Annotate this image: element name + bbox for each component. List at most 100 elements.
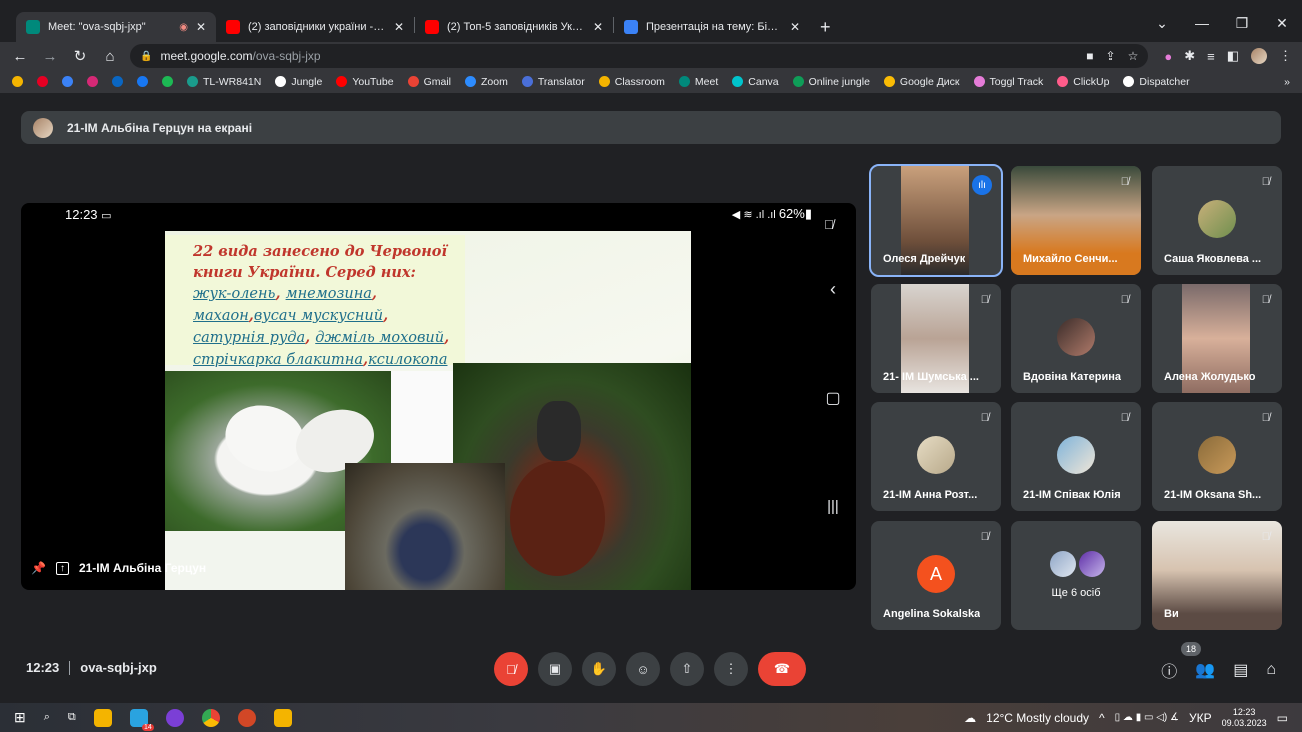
share-icon[interactable]: ⇪ — [1106, 49, 1116, 63]
chat-icon[interactable]: ▤ — [1233, 660, 1248, 680]
bookmark-tl-wr841n[interactable]: TL-WR841N — [187, 76, 261, 88]
tray-icons[interactable]: ▯ ☁ ▮ ▭ ◁) ∡ — [1115, 712, 1179, 723]
back-icon[interactable]: ← — [10, 48, 30, 65]
language-indicator[interactable]: УКР — [1189, 711, 1212, 725]
self-tile[interactable]: 🎙̸ Ви — [1152, 521, 1282, 630]
side-panel-icon[interactable]: ◧ — [1227, 48, 1239, 64]
bookmark-instagram[interactable] — [87, 76, 98, 87]
participant-tile[interactable]: ılı Олеся Дрейчук — [869, 164, 1003, 277]
bookmark-canva[interactable]: Canva — [732, 76, 779, 88]
weather-text[interactable]: 12°C Mostly cloudy — [986, 711, 1089, 725]
participant-tile[interactable]: 🎙̸ 21- ІМ Шумська ... — [871, 284, 1001, 393]
camera-icon[interactable]: ■ — [1086, 49, 1093, 63]
bookmark-app-2[interactable] — [62, 76, 73, 87]
tab-title: (2) заповідники україни - YouTube — [248, 21, 386, 33]
phone-recents-icon: ||| — [827, 498, 839, 515]
pin-icon[interactable]: 📌 — [31, 561, 46, 575]
mic-off-icon: 🎙̸ — [1261, 531, 1270, 543]
close-window-icon[interactable]: ✕ — [1262, 8, 1302, 38]
bookmark-meet[interactable]: Meet — [678, 75, 719, 88]
reading-list-icon[interactable]: ≡ — [1207, 49, 1215, 64]
participant-tile[interactable]: 🎙̸ 21-ІМ Анна Розт... — [871, 402, 1001, 511]
tab-meet[interactable]: Meet: "ova-sqbj-jxp" ◉ ✕ — [16, 12, 216, 42]
raise-hand-button[interactable]: ✋ — [582, 652, 616, 686]
presenter-name: 21-ІМ Альбіна Герцун — [78, 561, 207, 575]
chrome-icon[interactable] — [201, 708, 220, 727]
divider — [69, 660, 71, 675]
bookmark-translator[interactable]: Translator — [521, 75, 585, 88]
more-participants-tile[interactable]: Ще 6 осіб — [1011, 521, 1141, 630]
bookmark-zoom[interactable]: Zoom — [465, 76, 508, 88]
url-path: /ova-sqbj-jxp — [252, 49, 321, 63]
mic-toggle-button[interactable]: 🎙̸ — [494, 652, 528, 686]
search-icon[interactable]: ⌕ — [44, 711, 50, 724]
powerpoint-icon[interactable] — [237, 708, 256, 727]
bookmark-star-icon[interactable]: ☆ — [1128, 49, 1139, 63]
tab-search-icon[interactable]: ⌄ — [1142, 8, 1182, 38]
bookmark-spotify[interactable] — [162, 76, 173, 87]
bookmark-dispatcher[interactable]: Dispatcher — [1123, 76, 1190, 88]
task-view-icon[interactable]: ⧉ — [68, 711, 76, 724]
extensions-puzzle-icon[interactable]: ✱ — [1184, 48, 1195, 64]
participant-tile[interactable]: 🎙̸ 21-ІМ Oksana Sh... — [1152, 402, 1282, 511]
tab-youtube-1[interactable]: (2) заповідники україни - YouTube ✕ — [216, 12, 414, 42]
close-icon[interactable]: ✕ — [394, 20, 404, 34]
people-icon[interactable]: 👥 — [1195, 660, 1215, 680]
bookmark-classroom[interactable]: Classroom — [598, 76, 665, 88]
participant-tile[interactable]: 🎙̸ Вдовіна Катерина — [1011, 284, 1141, 393]
close-icon[interactable]: ✕ — [196, 20, 206, 34]
bookmark-youtube[interactable]: YouTube — [336, 76, 394, 88]
bookmark-pinterest[interactable] — [37, 76, 48, 87]
reload-icon[interactable]: ↻ — [70, 47, 90, 65]
new-tab-button[interactable]: + — [810, 12, 841, 42]
bookmark-google-drive[interactable]: Google Диск — [883, 76, 960, 88]
camera-toggle-button[interactable]: ▣ — [538, 652, 572, 686]
bookmark-clickup[interactable]: ClickUp — [1057, 76, 1109, 88]
more-options-button[interactable]: ⋮ — [714, 652, 748, 686]
close-icon[interactable]: ✕ — [790, 20, 800, 34]
screen: Meet: "ova-sqbj-jxp" ◉ ✕ (2) заповідники… — [0, 0, 1302, 732]
bookmark-label: Translator — [537, 75, 585, 88]
bookmark-label: Gmail — [423, 75, 451, 88]
extension-icon[interactable]: ● — [1164, 49, 1172, 64]
activities-icon[interactable]: ⌂ — [1266, 661, 1276, 679]
close-icon[interactable]: ✕ — [593, 20, 603, 34]
present-button[interactable]: ⇧ — [670, 652, 704, 686]
participant-tile[interactable]: 🎙̸ Михайло Сенчи... — [1011, 166, 1141, 275]
tray-overflow-icon[interactable]: ^ — [1099, 711, 1105, 725]
leave-call-button[interactable]: ☎ — [758, 652, 806, 686]
info-icon[interactable]: ⓘ — [1161, 658, 1177, 682]
tab-presentation[interactable]: Презентація на тему: Біосферні ✕ — [614, 12, 810, 42]
participant-tile[interactable]: 🎙̸ 21-ІМ Співак Юлія — [1011, 402, 1141, 511]
file-explorer-icon[interactable] — [93, 708, 112, 727]
more-bookmarks-icon[interactable]: » — [1284, 76, 1290, 88]
participant-tile[interactable]: 🎙̸ Саша Яковлева ... — [1152, 166, 1282, 275]
forward-icon[interactable]: → — [40, 48, 60, 65]
bookmark-facebook[interactable] — [137, 76, 148, 87]
bookmark-jungle[interactable]: Jungle — [275, 76, 322, 88]
bookmark-toggl[interactable]: Toggl Track — [973, 76, 1043, 88]
minimize-icon[interactable]: — — [1182, 8, 1222, 38]
home-icon[interactable]: ⌂ — [100, 48, 120, 65]
participant-tile[interactable]: 🎙̸ Алена Жолудько — [1152, 284, 1282, 393]
viber-icon[interactable] — [165, 708, 184, 727]
tab-youtube-2[interactable]: (2) Топ-5 заповідників України ✕ — [415, 12, 613, 42]
windows-start-icon[interactable]: ⊞ — [14, 709, 26, 726]
maximize-icon[interactable]: ❐ — [1222, 8, 1262, 38]
reactions-button[interactable]: ☺ — [626, 652, 660, 686]
bookmark-label: Meet — [694, 75, 719, 88]
avatar — [1057, 436, 1095, 474]
bookmark-linkedin[interactable] — [112, 76, 123, 87]
address-bar[interactable]: 🔒 meet.google.com/ova-sqbj-jxp ■ ⇪ ☆ — [130, 44, 1149, 68]
sticky-app-icon[interactable] — [273, 708, 292, 727]
notifications-icon[interactable]: ▭ — [1277, 711, 1288, 725]
participant-name: Алена Жолудько — [1164, 371, 1256, 383]
profile-avatar[interactable] — [1251, 48, 1267, 64]
bookmark-online-jungle[interactable]: Online jungle — [792, 76, 870, 88]
telegram-icon[interactable]: 14 — [129, 708, 154, 731]
bookmark-gmail[interactable]: Gmail — [407, 75, 451, 88]
menu-icon[interactable]: ⋮ — [1279, 48, 1292, 64]
bookmark-app-1[interactable] — [12, 76, 23, 87]
participant-tile[interactable]: 🎙̸ A Angelina Sokalska — [871, 521, 1001, 630]
clock[interactable]: 12:23 09.03.2023 — [1222, 707, 1267, 729]
